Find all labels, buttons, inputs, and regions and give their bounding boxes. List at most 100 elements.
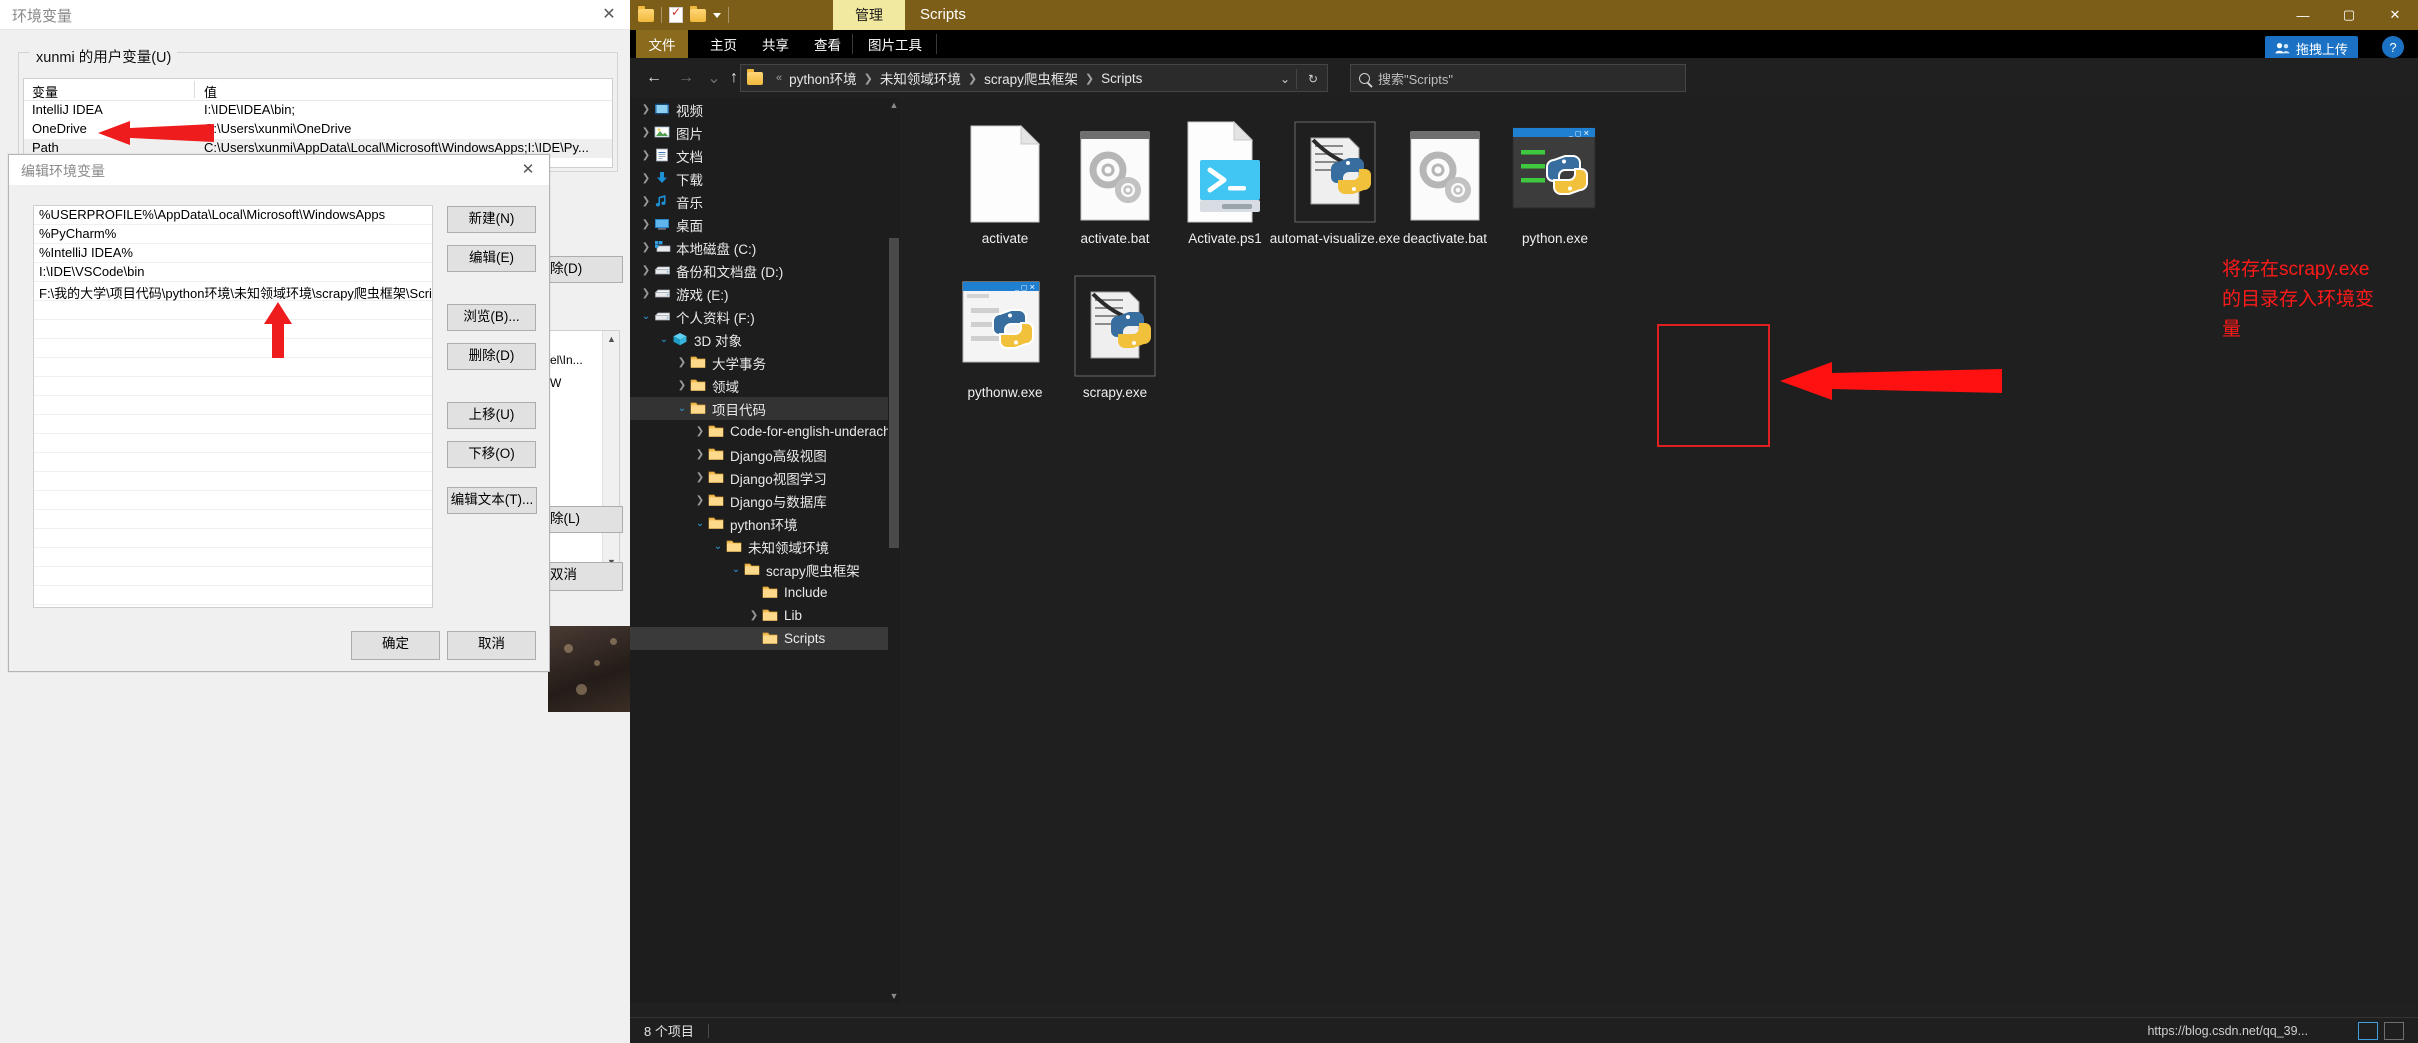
folder-icon[interactable] — [638, 9, 654, 22]
chevron-right-icon[interactable]: ❯ — [692, 495, 708, 506]
list-item[interactable]: %USERPROFILE%\AppData\Local\Microsoft\Wi… — [34, 206, 432, 225]
move-down-button[interactable]: 下移(O) — [447, 441, 536, 468]
file-list-pane[interactable]: activateactivate.batActivate.ps1automat-… — [902, 98, 2418, 1003]
nav-tree-item[interactable]: ❯图片 — [630, 121, 900, 144]
nav-tree-item[interactable]: ❯Django与数据库 — [630, 489, 900, 512]
nav-tree-item[interactable]: ⌄scrapy爬虫框架 — [630, 558, 900, 581]
delete-system-variable-button[interactable]: 除(L) — [545, 506, 623, 533]
navigation-pane[interactable]: ❯视频❯图片❯文档❯下载❯音乐❯桌面❯本地磁盘 (C:)❯备份和文档盘 (D:)… — [630, 98, 900, 1003]
nav-tree-item[interactable]: ❯音乐 — [630, 190, 900, 213]
nav-tree-item[interactable]: ❯Lib — [630, 604, 900, 627]
tab-home[interactable]: 主页 — [698, 30, 749, 58]
refresh-icon[interactable]: ↻ — [1299, 72, 1327, 86]
search-input[interactable]: 搜索"Scripts" — [1350, 64, 1686, 92]
breadcrumb-overflow[interactable]: « — [776, 72, 782, 84]
system-variables-listview[interactable]: el\In... W ▲ ▼ — [545, 330, 620, 570]
chevron-down-icon[interactable]: ⌄ — [710, 541, 726, 552]
list-item[interactable] — [34, 358, 432, 377]
scroll-up-icon[interactable]: ▲ — [889, 100, 899, 110]
address-bar[interactable]: « python环境 ❯ 未知领域环境 ❯ scrapy爬虫框架 ❯ Scrip… — [740, 64, 1328, 92]
nav-tree-item[interactable]: ❯文档 — [630, 144, 900, 167]
list-item[interactable] — [34, 434, 432, 453]
chevron-down-icon[interactable]: ⌄ — [638, 311, 654, 322]
close-button[interactable]: ✕ — [2372, 0, 2418, 30]
maximize-button[interactable]: ▢ — [2326, 0, 2372, 30]
list-item[interactable] — [34, 396, 432, 415]
list-item[interactable] — [34, 415, 432, 434]
chevron-right-icon[interactable]: ❯ — [638, 288, 654, 299]
list-item[interactable] — [34, 567, 432, 586]
chevron-down-icon[interactable] — [713, 13, 721, 18]
list-item[interactable] — [34, 510, 432, 529]
chevron-right-icon[interactable]: ❯ — [638, 173, 654, 184]
large-icons-view-button[interactable] — [2358, 1022, 2378, 1040]
chevron-right-icon[interactable]: ❯ — [638, 242, 654, 253]
nav-tree-item[interactable]: Scripts — [630, 627, 900, 650]
chevron-right-icon[interactable]: ❯ — [674, 380, 690, 391]
list-item[interactable] — [34, 586, 432, 605]
scroll-up-icon[interactable]: ▲ — [603, 331, 620, 348]
chevron-right-icon[interactable]: ❯ — [638, 104, 654, 115]
chevron-right-icon[interactable]: ❯ — [692, 426, 708, 437]
nav-tree-item[interactable]: ⌄项目代码 — [630, 397, 900, 420]
cancel-button[interactable]: 双消 — [545, 562, 623, 591]
forward-button[interactable]: → — [672, 64, 700, 92]
column-header-value[interactable]: 值 — [204, 82, 217, 101]
details-view-button[interactable] — [2384, 1022, 2404, 1040]
nav-tree-item[interactable]: ❯大学事务 — [630, 351, 900, 374]
chevron-down-icon[interactable]: ⌄ — [656, 334, 672, 345]
column-header-variable[interactable]: 变量 — [32, 82, 58, 101]
nav-tree-item[interactable]: ❯桌面 — [630, 213, 900, 236]
chevron-right-icon[interactable]: ❯ — [746, 610, 762, 621]
back-button[interactable]: ← — [640, 64, 668, 92]
minimize-button[interactable]: — — [2280, 0, 2326, 30]
chevron-down-icon[interactable]: ⌄ — [674, 403, 690, 414]
nav-tree-item[interactable]: ❯Code-for-english-underachiever — [630, 420, 900, 443]
list-item[interactable]: %PyCharm% — [34, 225, 432, 244]
upload-button[interactable]: 拖拽上传 — [2265, 36, 2358, 60]
breadcrumb-item[interactable]: Scripts — [1101, 71, 1142, 86]
chevron-down-icon[interactable]: ⌄ — [692, 518, 708, 529]
list-item[interactable] — [34, 491, 432, 510]
new-folder-icon[interactable] — [690, 9, 706, 22]
delete-path-button[interactable]: 删除(D) — [447, 343, 536, 370]
nav-tree-item[interactable]: ⌄个人资料 (F:) — [630, 305, 900, 328]
chevron-right-icon[interactable]: ❯ — [692, 472, 708, 483]
nav-tree-item[interactable]: Include — [630, 581, 900, 604]
list-item[interactable] — [34, 472, 432, 491]
path-entries-list[interactable]: %USERPROFILE%\AppData\Local\Microsoft\Wi… — [33, 205, 433, 608]
scrollbar-thumb[interactable] — [889, 238, 899, 548]
nav-tree-item[interactable]: ❯Django高级视图 — [630, 443, 900, 466]
list-item[interactable] — [34, 377, 432, 396]
nav-tree-item[interactable]: ⌄未知领域环境 — [630, 535, 900, 558]
list-item[interactable]: %IntelliJ IDEA% — [34, 244, 432, 263]
list-item[interactable] — [34, 320, 432, 339]
address-history-icon[interactable]: ⌄ — [1271, 72, 1299, 86]
chevron-right-icon[interactable]: ❯ — [692, 449, 708, 460]
help-icon[interactable]: ? — [2382, 36, 2404, 58]
nav-tree-item[interactable]: ⌄python环境 — [630, 512, 900, 535]
chevron-right-icon[interactable]: ❯ — [638, 150, 654, 161]
list-item[interactable] — [34, 548, 432, 567]
list-item[interactable]: F:\我的大学\项目代码\python环境\未知领域环境\scrapy爬虫框架\… — [34, 282, 432, 301]
close-icon[interactable]: ✕ — [515, 159, 541, 181]
tab-file[interactable]: 文件 — [636, 30, 688, 58]
nav-tree-item[interactable]: ❯视频 — [630, 98, 900, 121]
navigation-scrollbar[interactable]: ▲ ▼ — [888, 98, 900, 1003]
breadcrumb-item[interactable]: scrapy爬虫框架 — [984, 68, 1078, 88]
tab-view[interactable]: 查看 — [802, 30, 853, 58]
tab-share[interactable]: 共享 — [750, 30, 801, 58]
nav-tree-item[interactable]: ❯领域 — [630, 374, 900, 397]
close-icon[interactable]: ✕ — [596, 4, 622, 26]
nav-tree-item[interactable]: ❯Django视图学习 — [630, 466, 900, 489]
chevron-right-icon[interactable]: ❯ — [674, 357, 690, 368]
quick-access-toolbar[interactable] — [638, 4, 729, 26]
edit-text-button[interactable]: 编辑文本(T)... — [447, 487, 537, 514]
list-item[interactable] — [34, 453, 432, 472]
chevron-right-icon[interactable]: ❯ — [638, 196, 654, 207]
list-item[interactable] — [34, 301, 432, 320]
list-item[interactable] — [34, 529, 432, 548]
nav-tree-item[interactable]: ❯游戏 (E:) — [630, 282, 900, 305]
move-up-button[interactable]: 上移(U) — [447, 402, 536, 429]
browse-path-button[interactable]: 浏览(B)... — [447, 304, 536, 331]
